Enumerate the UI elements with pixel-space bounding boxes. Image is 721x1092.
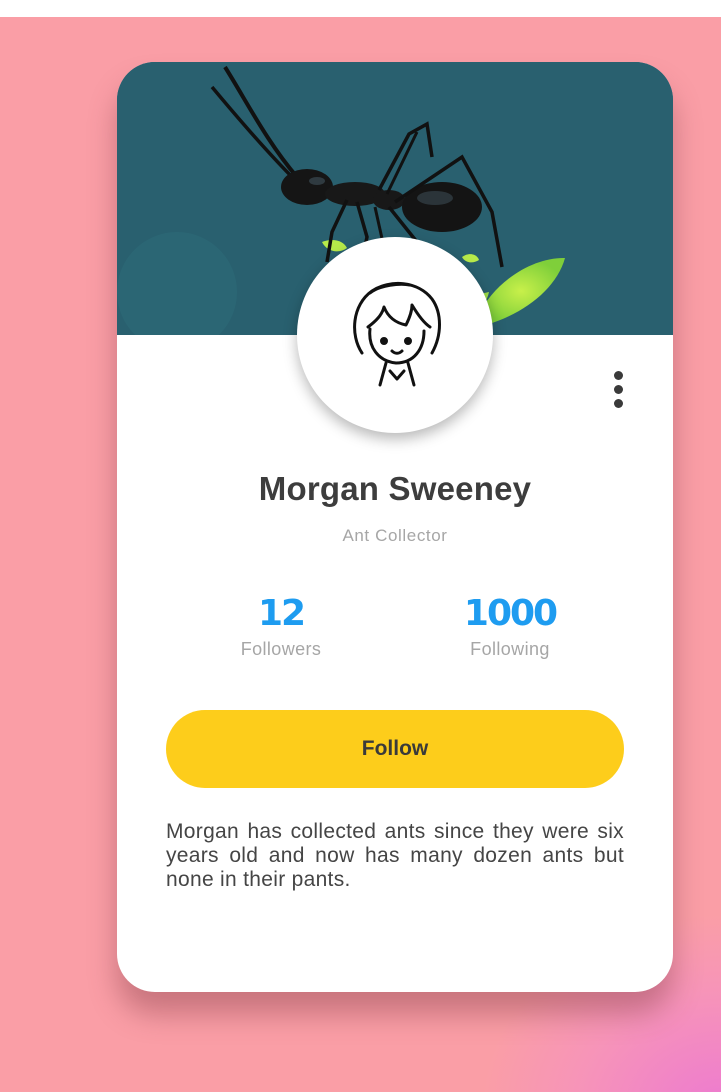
followers-count: 12 — [257, 593, 306, 634]
profile-card: Morgan Sweeney Ant Collector 12 Follower… — [117, 62, 673, 992]
more-options-button[interactable] — [605, 367, 633, 413]
profile-name: Morgan Sweeney — [258, 470, 532, 507]
more-vertical-icon — [614, 371, 623, 380]
followers-label: Followers — [240, 639, 322, 659]
followers-stat: 12 Followers — [181, 592, 381, 660]
more-vertical-icon-dot — [614, 399, 623, 408]
profile-role: Ant Collector — [342, 526, 448, 545]
avatar — [297, 237, 493, 433]
more-vertical-icon-dot — [614, 385, 623, 394]
following-stat: 1000 Following — [410, 592, 610, 660]
following-label: Following — [470, 639, 550, 659]
profile-bio: Morgan has collected ants since they wer… — [166, 820, 624, 891]
follow-button[interactable]: Follow — [166, 710, 624, 788]
person-avatar-icon — [353, 281, 441, 387]
following-count: 1000 — [463, 593, 558, 634]
